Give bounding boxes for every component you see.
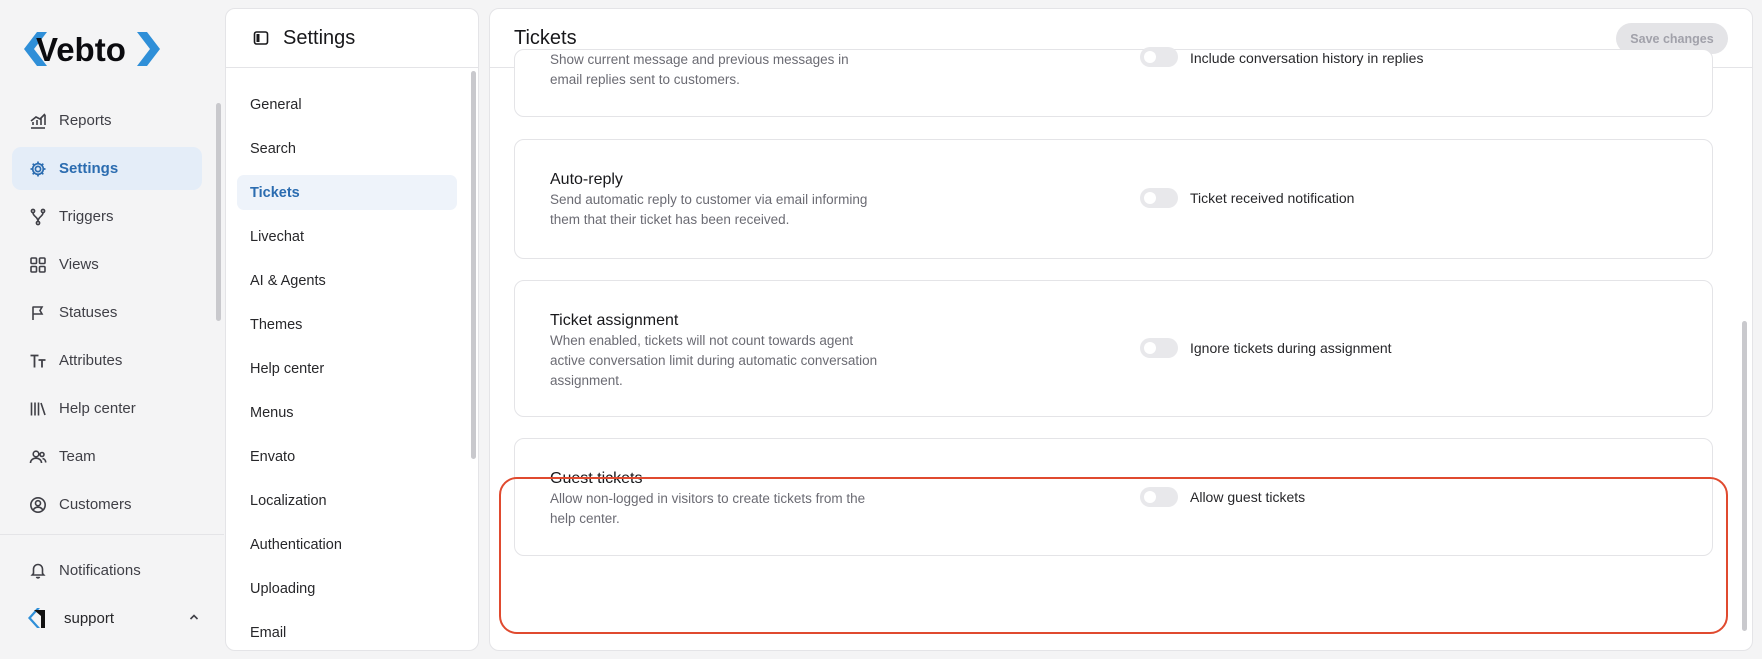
settings-sidebar: Settings General Search Tickets Livechat… bbox=[225, 8, 479, 651]
bell-icon bbox=[29, 561, 47, 579]
nav-item-label: Help center bbox=[59, 400, 136, 417]
logo-text: Vebto bbox=[36, 31, 126, 68]
nav-item-statuses[interactable]: Statuses bbox=[12, 291, 202, 334]
card-title: Guest tickets bbox=[550, 470, 643, 487]
card-description: Send automatic reply to customer via ema… bbox=[550, 192, 868, 227]
allow-guest-tickets-toggle[interactable] bbox=[1140, 487, 1178, 507]
gear-icon bbox=[29, 160, 47, 178]
chevron-up-icon bbox=[187, 610, 201, 624]
nav-item-label: Triggers bbox=[59, 208, 114, 225]
nav-item-customers[interactable]: Customers bbox=[12, 483, 202, 526]
sidebar-toggle-icon[interactable] bbox=[253, 30, 269, 46]
card-description: When enabled, tickets will not count tow… bbox=[550, 333, 878, 388]
settings-card-conversation-history: Show current message and previous messag… bbox=[514, 47, 1713, 117]
page-title: Tickets bbox=[514, 26, 577, 49]
settings-item-tickets[interactable]: Tickets bbox=[237, 175, 457, 210]
nav-item-label: Settings bbox=[59, 160, 119, 177]
nav-item-help-center[interactable]: Help center bbox=[12, 387, 202, 430]
nav-item-label: Customers bbox=[59, 496, 132, 513]
left-nav: Vebto Reports Settings Triggers Views St… bbox=[0, 0, 224, 659]
settings-item-authentication[interactable]: Authentication bbox=[237, 527, 457, 562]
toggle-knob bbox=[1144, 51, 1156, 63]
toggle-knob bbox=[1144, 491, 1156, 503]
chart-icon bbox=[29, 112, 47, 130]
settings-card-guest-tickets: Guest tickets Allow non-logged in visito… bbox=[514, 438, 1713, 556]
avatar bbox=[25, 606, 49, 630]
nav-item-label: Statuses bbox=[59, 304, 118, 321]
vebto-logo[interactable]: Vebto bbox=[22, 28, 162, 70]
settings-title: Settings bbox=[283, 26, 356, 49]
toggle-label: Ignore tickets during assignment bbox=[1190, 340, 1392, 356]
user-circle-icon bbox=[29, 496, 47, 514]
flag-icon bbox=[29, 304, 47, 322]
settings-item-themes[interactable]: Themes bbox=[237, 307, 457, 342]
user-name: support bbox=[64, 609, 115, 627]
ignore-tickets-toggle[interactable] bbox=[1140, 338, 1178, 358]
notifications-label: Notifications bbox=[59, 561, 141, 579]
nav-divider bbox=[0, 534, 224, 535]
primary-nav: Reports Settings Triggers Views Statuses bbox=[12, 99, 202, 531]
settings-card-auto-reply: Auto-reply Send automatic reply to custo… bbox=[514, 139, 1713, 259]
settings-item-email[interactable]: Email bbox=[237, 615, 457, 650]
settings-menu: General Search Tickets Livechat AI & Age… bbox=[237, 87, 457, 650]
settings-item-help-center[interactable]: Help center bbox=[237, 351, 457, 386]
settings-item-uploading[interactable]: Uploading bbox=[237, 571, 457, 606]
toggle-knob bbox=[1144, 192, 1156, 204]
settings-item-ai-agents[interactable]: AI & Agents bbox=[237, 263, 457, 298]
user-menu[interactable]: support bbox=[25, 606, 205, 630]
settings-item-search[interactable]: Search bbox=[237, 131, 457, 166]
toggle-knob bbox=[1144, 342, 1156, 354]
library-icon bbox=[29, 400, 47, 418]
settings-item-livechat[interactable]: Livechat bbox=[237, 219, 457, 254]
settings-item-localization[interactable]: Localization bbox=[237, 483, 457, 518]
grid-icon bbox=[29, 256, 47, 274]
settings-sidebar-scrollbar[interactable] bbox=[471, 71, 476, 459]
settings-item-general[interactable]: General bbox=[237, 87, 457, 122]
nav-item-settings[interactable]: Settings bbox=[12, 147, 202, 190]
card-description: Show current message and previous messag… bbox=[550, 52, 849, 87]
nav-item-label: Views bbox=[59, 256, 99, 273]
notifications-button[interactable]: Notifications bbox=[29, 561, 141, 579]
card-title: Ticket assignment bbox=[550, 312, 679, 329]
nav-item-attributes[interactable]: Attributes bbox=[12, 339, 202, 382]
ticket-received-toggle[interactable] bbox=[1140, 188, 1178, 208]
conversation-history-toggle[interactable] bbox=[1140, 47, 1178, 67]
nav-item-triggers[interactable]: Triggers bbox=[12, 195, 202, 238]
users-icon bbox=[29, 448, 47, 466]
settings-item-menus[interactable]: Menus bbox=[237, 395, 457, 430]
nav-item-team[interactable]: Team bbox=[12, 435, 202, 478]
settings-card-ticket-assignment: Ticket assignment When enabled, tickets … bbox=[514, 280, 1713, 417]
branch-icon bbox=[29, 208, 47, 226]
toggle-label: Include conversation history in replies bbox=[1190, 50, 1424, 66]
tickets-settings-panel: Tickets Save changes Show current messag… bbox=[489, 8, 1753, 651]
nav-scrollbar[interactable] bbox=[216, 103, 221, 321]
card-title: Auto-reply bbox=[550, 171, 623, 188]
nav-item-label: Reports bbox=[59, 112, 112, 129]
nav-item-views[interactable]: Views bbox=[12, 243, 202, 286]
settings-item-envato[interactable]: Envato bbox=[237, 439, 457, 474]
nav-item-label: Attributes bbox=[59, 352, 123, 369]
main-scrollbar[interactable] bbox=[1742, 321, 1747, 631]
nav-item-reports[interactable]: Reports bbox=[12, 99, 202, 142]
text-icon bbox=[29, 352, 47, 370]
nav-item-label: Team bbox=[59, 448, 96, 465]
settings-sidebar-header: Settings bbox=[226, 9, 478, 68]
toggle-label: Allow guest tickets bbox=[1190, 489, 1306, 505]
toggle-label: Ticket received notification bbox=[1190, 190, 1355, 206]
card-description: Allow non-logged in visitors to create t… bbox=[550, 491, 866, 526]
